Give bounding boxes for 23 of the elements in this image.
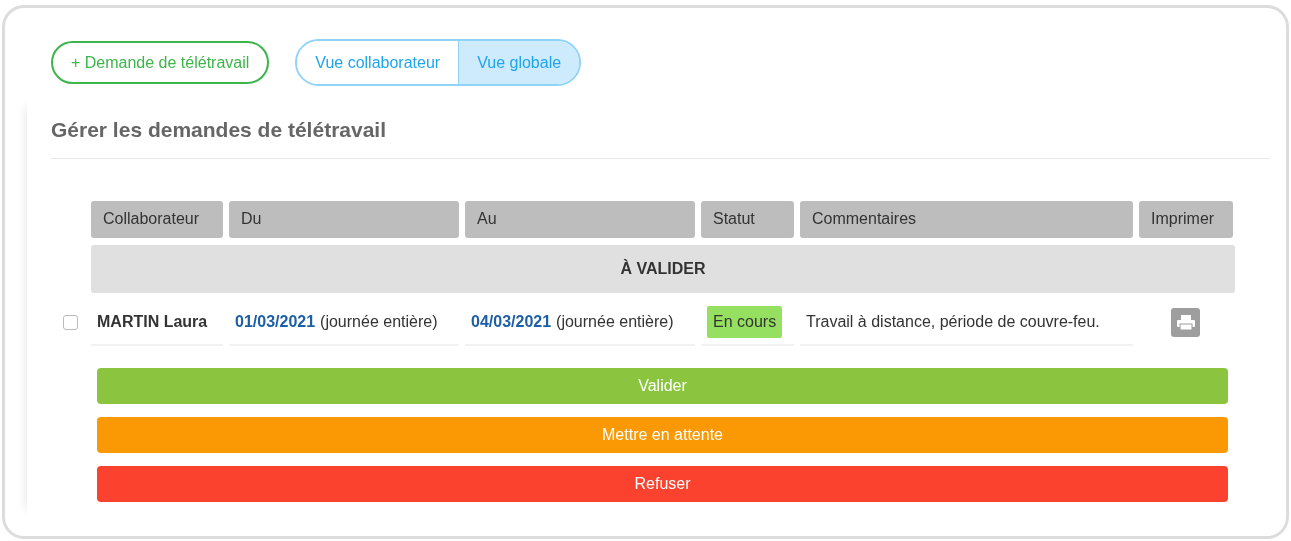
group-header: À VALIDER (91, 244, 1235, 293)
date-link[interactable]: 01/03/2021 (235, 309, 316, 334)
status-badge: En cours (707, 305, 783, 338)
column-header: Imprimer (1139, 200, 1233, 238)
date-link[interactable]: 04/03/2021 (471, 309, 552, 334)
section-title: Gérer les demandes de télétravail (51, 117, 387, 143)
action-button[interactable]: Refuser (97, 465, 1228, 502)
print-button[interactable] (1171, 308, 1200, 337)
new-request-button[interactable]: + Demande de télétravail (51, 41, 270, 84)
period-text: (journée entière) (556, 311, 674, 332)
column-header: Commentaires (800, 200, 1133, 238)
action-button[interactable]: Valider (97, 367, 1228, 404)
table-cell: MARTIN Laura (91, 299, 223, 346)
row-checkbox[interactable] (63, 314, 78, 330)
action-button[interactable]: Mettre en attente (97, 416, 1228, 453)
column-header: Du (229, 200, 459, 238)
printer-icon (1176, 315, 1195, 330)
column-header: Collaborateur (91, 200, 223, 238)
column-header: Statut (701, 200, 794, 238)
period-text: (journée entière) (320, 311, 438, 332)
column-header: Au (465, 200, 695, 238)
view-tab[interactable]: Vue globale (458, 41, 580, 84)
table-cell: Travail à distance, période de couvre-feu. (800, 299, 1133, 346)
